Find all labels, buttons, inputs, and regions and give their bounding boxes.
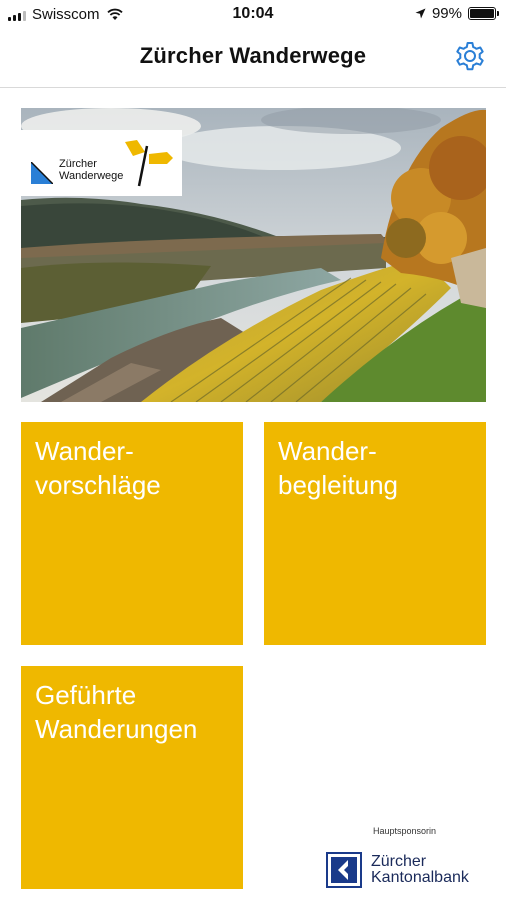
sponsor-name-line-2: Kantonalbank	[371, 869, 469, 886]
battery-level	[470, 9, 494, 18]
tile-line-2: vorschläge	[35, 470, 161, 500]
sponsor-name-line-1: Zürcher	[371, 853, 427, 870]
status-right: 99%	[415, 5, 499, 22]
tile-wanderbegleitung[interactable]: Wander- begleitung	[264, 422, 486, 645]
status-bar: Swisscom 10:04 99%	[0, 0, 506, 30]
sponsor-name: Zürcher Kantonalbank	[371, 854, 469, 886]
logo-wordmark: Zürcher Wanderwege	[59, 158, 123, 182]
tile-line-1: Wander-	[278, 436, 377, 466]
page-title: Zürcher Wanderwege	[139, 43, 367, 68]
gear-icon	[456, 42, 484, 71]
navigation-bar: Zürcher Wanderwege	[0, 30, 506, 88]
logo-mark-icon	[31, 162, 53, 184]
tile-gefuehrte-wanderungen[interactable]: Geführte Wanderungen	[21, 666, 243, 889]
zuercher-wanderwege-logo: Zürcher Wanderwege	[21, 130, 182, 196]
zkb-logo-icon	[326, 852, 362, 888]
settings-button[interactable]	[452, 39, 488, 75]
hero-image: Zürcher Wanderwege	[21, 108, 486, 402]
battery-icon	[468, 7, 499, 20]
battery-percent: 99%	[431, 5, 462, 22]
tile-line-2: begleitung	[278, 470, 398, 500]
tile-line-1: Wander-	[35, 436, 134, 466]
tile-line-1: Geführte	[35, 680, 137, 710]
location-arrow-icon	[415, 8, 426, 19]
logo-line-1: Zürcher	[59, 158, 97, 170]
tile-line-2: Wanderungen	[35, 714, 198, 744]
signpost-icon	[125, 140, 173, 187]
sponsor-label: Hauptsponsorin	[373, 826, 437, 836]
logo-line-2: Wanderwege	[59, 170, 124, 182]
tile-wandervorschlaege[interactable]: Wander- vorschläge	[21, 422, 243, 645]
